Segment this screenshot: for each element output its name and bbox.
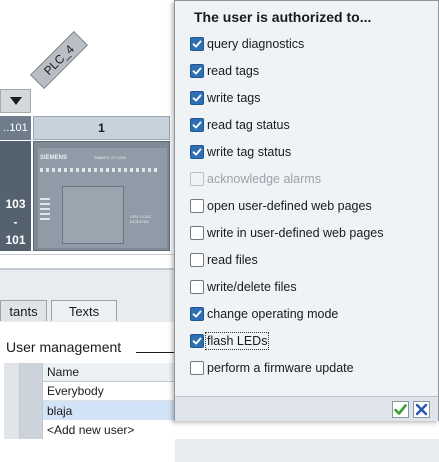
permission-label: write/delete files (207, 280, 297, 294)
permission-label: change operating mode (207, 307, 339, 321)
plc-name: PLC_4 (41, 42, 77, 78)
permission-checkbox[interactable]: read tags (190, 61, 259, 81)
checkbox-checked-icon[interactable] (190, 145, 204, 159)
permission-checkbox: acknowledge alarms (190, 169, 321, 189)
permission-checkbox[interactable]: write in user-defined web pages (190, 223, 384, 243)
permission-checkbox[interactable]: perform a firmware update (190, 358, 354, 378)
permission-checkbox[interactable]: read files (190, 250, 258, 270)
permission-checkbox[interactable]: write tag status (190, 142, 291, 162)
permission-label: perform a firmware update (207, 361, 354, 375)
permission-label: query diagnostics (207, 37, 305, 51)
checkbox-empty-icon (190, 172, 204, 186)
permission-label: open user-defined web pages (207, 199, 372, 213)
checkbox-checked-icon[interactable] (190, 64, 204, 78)
tab-strip: tants Texts (0, 298, 175, 322)
row-handle (4, 420, 20, 439)
plc-panel (62, 186, 124, 244)
rack-col-mid: - (13, 215, 18, 229)
rack-column: 103 - 101 (0, 141, 31, 251)
row-gutter (20, 420, 43, 439)
rack-col-top: 103 (5, 197, 26, 211)
checkbox-checked-icon[interactable] (190, 118, 204, 132)
add-new-user-cell[interactable]: <Add new user> (43, 420, 439, 439)
permission-checkbox[interactable]: write tags (190, 88, 261, 108)
permission-checkbox[interactable]: open user-defined web pages (190, 196, 372, 216)
checkbox-empty-icon[interactable] (190, 280, 204, 294)
cancel-button[interactable] (413, 401, 430, 418)
tab-constants[interactable]: tants (0, 300, 47, 321)
plc-model-label: SIMATIC S7-1200 (94, 155, 127, 160)
permission-label: flash LEDs (204, 332, 270, 350)
permission-label: acknowledge alarms (207, 172, 321, 186)
check-icon (394, 404, 407, 415)
permission-checkbox[interactable]: write/delete files (190, 277, 297, 297)
table-row[interactable]: <Add new user> (4, 420, 439, 439)
checkbox-empty-icon[interactable] (190, 361, 204, 375)
divider (0, 254, 175, 255)
row-handle (4, 363, 20, 382)
close-icon (415, 403, 428, 416)
permission-label: read tags (207, 64, 260, 78)
permission-checkbox[interactable]: read tag status (190, 115, 290, 135)
checkbox-checked-icon[interactable] (190, 307, 204, 321)
plc-brand-label: SIEMENS (40, 155, 68, 161)
confirm-button[interactable] (392, 401, 409, 418)
user-name-cell[interactable]: blaja (43, 401, 175, 420)
authorization-title: The user is authorized to... (194, 9, 372, 25)
row-handle (4, 401, 20, 420)
permission-label: write tag status (207, 145, 292, 159)
popup-footer (175, 396, 438, 421)
plc-leds (40, 198, 50, 222)
checkbox-checked-icon[interactable] (190, 37, 204, 51)
rack-col-bottom: 101 (5, 233, 26, 247)
plc-module-image[interactable]: SIEMENS SIMATIC S7-1200 CPU 1212C DC/DC/D… (33, 141, 170, 251)
tab-texts[interactable]: Texts (51, 300, 117, 321)
row-gutter (20, 401, 43, 420)
rack-row-label: ..101 (0, 116, 31, 140)
slot-header: 1 (33, 116, 170, 140)
authorization-popup: The user is authorized to... query diagn… (174, 0, 439, 421)
rack-dropdown-button[interactable] (0, 89, 31, 113)
chevron-down-icon (9, 97, 22, 105)
permission-checkbox[interactable]: query diagnostics (190, 34, 304, 54)
checkbox-checked-icon[interactable] (190, 334, 204, 348)
permission-label: read tag status (207, 118, 290, 132)
permission-checkbox[interactable]: flash LEDs (190, 331, 270, 351)
checkbox-checked-icon[interactable] (190, 91, 204, 105)
plc-name-tag[interactable]: PLC_4 (30, 31, 88, 89)
row-gutter (20, 363, 43, 382)
row-handle (4, 382, 20, 401)
permission-checkbox[interactable]: change operating mode (190, 304, 338, 324)
plc-cpu-label: CPU 1212C DC/DC/DC (130, 214, 152, 224)
checkbox-empty-icon[interactable] (190, 253, 204, 267)
checkbox-empty-icon[interactable] (190, 226, 204, 240)
permission-label: write tags (207, 91, 261, 105)
row-gutter (20, 382, 43, 401)
permission-label: read files (207, 253, 258, 267)
checkbox-empty-icon[interactable] (190, 199, 204, 213)
plc-terminals (40, 168, 160, 172)
permission-label: write in user-defined web pages (207, 226, 384, 240)
